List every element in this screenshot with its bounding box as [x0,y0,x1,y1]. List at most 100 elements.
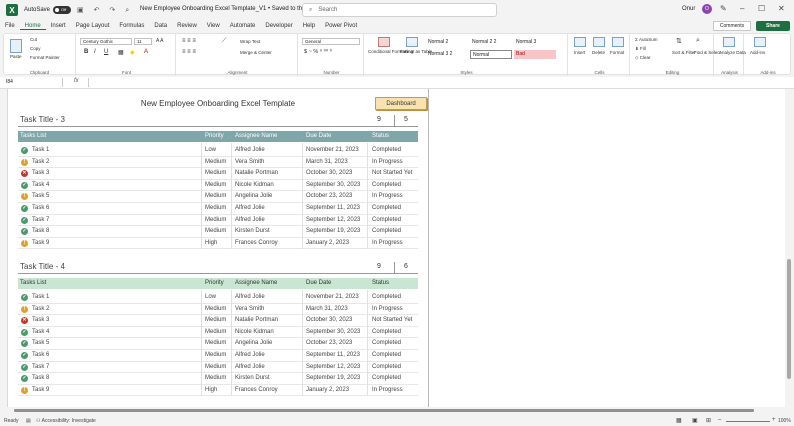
table-row[interactable]: ✓ Task 1 Low Alfred Jolie November 21, 2023 C… [18,292,418,304]
find-select-icon[interactable]: ⌕ [696,37,700,45]
table-row[interactable]: ! Task 9 High Frances Conroy January 2, 2023… [18,238,418,250]
cell-task[interactable]: Task 9 [32,238,49,249]
style-normal3[interactable]: Normal 3 [514,38,556,47]
currency-icon[interactable]: $ ~ % ⁹ ⁰⁰ ⁰ [304,49,332,55]
cell-assignee[interactable]: Natalie Portman [235,168,278,179]
cell-assignee[interactable]: Nicole Kidman [235,180,274,191]
fx-icon[interactable]: fx [74,78,79,84]
cell-due[interactable]: January 2, 2023 [306,385,349,396]
paste-button[interactable]: Paste [10,54,22,59]
cell-task[interactable]: Task 2 [32,304,49,315]
cell-task[interactable]: Task 6 [32,350,49,361]
cell-assignee[interactable]: Kirsten Durst [235,373,270,384]
cell-status[interactable]: Completed [372,215,401,226]
cell-assignee[interactable]: Alfred Jolie [235,215,265,226]
cell-due[interactable]: September 19, 2023 [306,226,360,237]
cell-due[interactable]: October 30, 2023 [306,315,352,326]
user-name[interactable]: Onur [682,6,695,12]
cell-assignee[interactable]: Kirsten Durst [235,226,270,237]
page-break-view-icon[interactable]: ⊞ [706,417,711,424]
analyze-data-icon[interactable] [723,37,735,47]
table-row[interactable]: ✓ Task 4 Medium Nicole Kidman September 30, … [18,327,418,339]
cell-assignee[interactable]: Vera Smith [235,157,264,168]
cell-due[interactable]: October 23, 2023 [306,191,352,202]
font-size-select[interactable]: 11 [134,38,152,45]
cell-assignee[interactable]: Angelina Jolie [235,191,272,202]
zoom-out-icon[interactable]: – [718,417,721,423]
cell-status[interactable]: Completed [372,145,401,156]
cell-due[interactable]: September 19, 2023 [306,373,360,384]
cell-priority[interactable]: Medium [205,350,226,361]
number-format-select[interactable]: General [302,38,360,45]
addins-button[interactable]: Add-ins [750,50,765,55]
table-row[interactable]: ✓ Task 8 Medium Kirsten Durst September 19, … [18,226,418,238]
cut-button[interactable]: Cut [30,37,37,42]
table-row[interactable]: ✓ Task 7 Medium Alfred Jolie September 12, 2… [18,362,418,374]
cell-due[interactable]: September 12, 2023 [306,215,360,226]
horizontal-scroll-thumb[interactable] [14,409,754,412]
borders-icon[interactable]: ▦ [118,49,124,56]
column-header-due[interactable]: Due Date [306,278,331,289]
copy-button[interactable]: Copy [30,46,41,51]
cell-status[interactable]: In Progress [372,304,403,315]
cell-priority[interactable]: Medium [205,191,226,202]
fill-button[interactable]: ⬇ Fill [635,46,646,52]
tab-help[interactable]: Help [298,23,320,29]
font-color-icon[interactable]: A [144,49,148,55]
cell-priority[interactable]: Medium [205,180,226,191]
horizontal-scrollbar[interactable] [0,407,794,414]
table-row[interactable]: ! Task 2 Medium Vera Smith March 31, 2023 In … [18,157,418,169]
cell-task[interactable]: Task 1 [32,145,49,156]
cell-task[interactable]: Task 1 [32,292,49,303]
cell-status[interactable]: Completed [372,350,401,361]
clear-button[interactable]: ◇ Clear [635,55,650,61]
format-painter-button[interactable]: Format Painter [30,55,60,60]
bold-icon[interactable]: B [84,49,88,55]
column-header-status[interactable]: Status [372,278,389,289]
italic-icon[interactable]: I [94,49,96,55]
cell-priority[interactable]: Medium [205,157,226,168]
cell-priority[interactable]: Medium [205,327,226,338]
column-header-assignee[interactable]: Assignee Name [235,131,277,142]
style-normal22[interactable]: Normal 2 2 [470,38,512,47]
quick-access-icons[interactable]: ▣ ↶ ↷ ⌕ [77,6,133,15]
table-row[interactable]: ! Task 5 Medium Angelina Jolie October 23, 2… [18,191,418,203]
cell-assignee[interactable]: Frances Conroy [235,385,278,396]
tab-automate[interactable]: Automate [225,23,261,29]
align-top-icon[interactable]: ≡ ≡ ≡ [182,38,196,44]
zoom-in-icon[interactable]: + [772,417,776,423]
column-header-priority[interactable]: Priority [205,131,224,142]
style-normal[interactable]: Normal [470,50,512,59]
minimize-icon[interactable]: – [740,4,744,13]
sort-filter-button[interactable]: Sort & Filter [672,50,696,55]
cell-assignee[interactable]: Alfred Jolie [235,203,265,214]
cell-priority[interactable]: Medium [205,315,226,326]
cell-task[interactable]: Task 8 [32,373,49,384]
table-row[interactable]: ✓ Task 1 Low Alfred Jolie November 21, 2023 C… [18,145,418,157]
cell-priority[interactable]: Medium [205,226,226,237]
cell-assignee[interactable]: Angelina Jolie [235,338,272,349]
pen-icon[interactable]: ✎ [720,4,727,13]
column-header-assignee[interactable]: Assignee Name [235,278,277,289]
cell-status[interactable]: Completed [372,362,401,373]
cell-assignee[interactable]: Alfred Jolie [235,362,265,373]
merge-center-button[interactable]: Merge & Center [240,50,272,55]
cell-task[interactable]: Task 7 [32,215,49,226]
cell-priority[interactable]: Medium [205,304,226,315]
cell-due[interactable]: September 11, 2023 [306,350,360,361]
table-row[interactable]: ✕ Task 3 Medium Natalie Portman October 30, … [18,315,418,327]
table-row[interactable]: ✓ Task 6 Medium Alfred Jolie September 11, 2… [18,350,418,362]
page-layout-view-icon[interactable]: ▣ [692,417,698,424]
sort-filter-icon[interactable]: ⇅ [676,37,682,45]
cell-status[interactable]: In Progress [372,385,403,396]
cell-task[interactable]: Task 5 [32,338,49,349]
cell-task[interactable]: Task 9 [32,385,49,396]
dashboard-button[interactable]: Dashboard [375,97,427,110]
paste-icon[interactable] [10,39,22,53]
cell-assignee[interactable]: Alfred Jolie [235,350,265,361]
cell-status[interactable]: Completed [372,226,401,237]
cell-task[interactable]: Task 4 [32,327,49,338]
zoom-slider[interactable] [726,421,770,422]
cell-priority[interactable]: Medium [205,215,226,226]
zoom-level[interactable]: 100% [778,418,791,424]
